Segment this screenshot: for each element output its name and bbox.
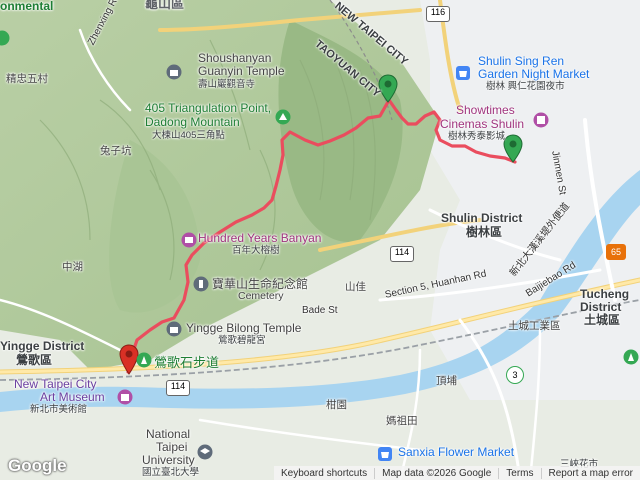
label-mazutian: 媽祖田 — [386, 415, 418, 427]
label-ntpu-en3: University — [142, 453, 195, 467]
label-showtimes-zh: 樹林秀泰影城 — [448, 131, 506, 142]
label-shibudao: 鶯歌石步道 — [154, 355, 220, 370]
label-dingpu: 頂埔 — [436, 375, 457, 387]
label-yingge-zh: 鶯歌區 — [16, 353, 53, 367]
label-bade-st: Bade St — [302, 305, 338, 316]
cemetery-icon[interactable] — [193, 276, 209, 292]
park-icon[interactable] — [623, 349, 639, 365]
temple-icon[interactable] — [166, 64, 182, 80]
label-banyan-zh: 百年大榕樹 — [232, 245, 280, 256]
label-tuzkeng: 兔子坑 — [100, 145, 132, 157]
label-shoushanyan-en2: Guanyin Temple — [198, 64, 285, 78]
label-bilong-en: Yingge Bilong Temple — [186, 321, 302, 335]
label-night-market-en2: Garden Night Market — [478, 67, 590, 81]
label-tucheng-zh: 土城區 — [584, 313, 621, 327]
label-environmental: onmental — [0, 0, 54, 13]
route-114-shield-east: 114 — [390, 246, 414, 262]
google-logo: Google — [8, 456, 67, 475]
route-116-shield: 116 — [426, 6, 450, 22]
label-shulin-zh: 樹林區 — [466, 225, 503, 239]
label-art-museum-zh: 新北市美術館 — [30, 404, 88, 415]
label-shanjia: 山佳 — [345, 281, 366, 293]
attraction-icon[interactable] — [181, 232, 197, 248]
label-ntpu-zh: 國立臺北大學 — [142, 467, 200, 478]
report-map-error-link[interactable]: Report a map error — [540, 467, 640, 479]
route-3-shield: 3 — [506, 366, 524, 384]
label-405-point-zh: 大棟山405三角點 — [152, 130, 225, 141]
label-showtimes-en2: Cinemas Shulin — [440, 117, 525, 131]
label-banyan-en: Hundred Years Banyan — [198, 231, 322, 245]
label-405-point-en1: 405 Triangulation Point, — [145, 101, 272, 115]
label-bilong-zh: 鶯歌碧龍宮 — [218, 335, 266, 346]
shopping-icon[interactable] — [455, 65, 471, 81]
label-zhonghu: 中湖 — [62, 261, 83, 273]
viewpoint-icon[interactable] — [275, 109, 291, 125]
keyboard-shortcuts-link[interactable]: Keyboard shortcuts — [274, 468, 374, 479]
label-tucheng-industrial: 土城工業區 — [508, 320, 561, 332]
map-canvas[interactable]: 116 114 114 65 3 onmental 龜山區 Zhenxing R… — [0, 0, 640, 480]
label-shoushanyan-zh: 壽山巖觀音寺 — [198, 79, 256, 90]
label-night-market-zh: 樹林 興仁花園夜市 — [486, 81, 565, 92]
university-icon[interactable] — [197, 444, 213, 460]
label-405-point-en2: Dadong Mountain — [145, 115, 240, 129]
label-ganyuan: 柑園 — [326, 399, 347, 411]
waypoint-pin-icon[interactable] — [502, 134, 524, 164]
label-guishan: 龜山區 — [145, 0, 185, 11]
label-yingge-district: Yingge District — [0, 339, 85, 353]
flower-market-icon[interactable] — [377, 446, 393, 462]
terms-link[interactable]: Terms — [498, 467, 540, 479]
route-65-shield: 65 — [606, 244, 626, 260]
label-cemetery: Cemetery — [238, 290, 284, 302]
map-footer: Keyboard shortcuts Map data ©2026 Google… — [273, 466, 640, 480]
poi-icon[interactable] — [0, 30, 10, 46]
label-jingzhong: 精忠五村 — [6, 73, 48, 85]
label-showtimes-en1: Showtimes — [456, 103, 515, 117]
label-art-museum-en2: Art Museum — [40, 390, 105, 404]
cinema-icon[interactable] — [533, 112, 549, 128]
museum-icon[interactable] — [117, 389, 133, 405]
map-data-attribution: Map data ©2026 Google — [374, 467, 498, 479]
label-sanxia-flower-en: Sanxia Flower Market — [398, 445, 515, 459]
bilong-temple-icon[interactable] — [166, 321, 182, 337]
label-shulin-district: Shulin District — [441, 211, 523, 225]
trail-icon[interactable] — [136, 352, 152, 368]
route-114-shield-west: 114 — [166, 380, 190, 396]
